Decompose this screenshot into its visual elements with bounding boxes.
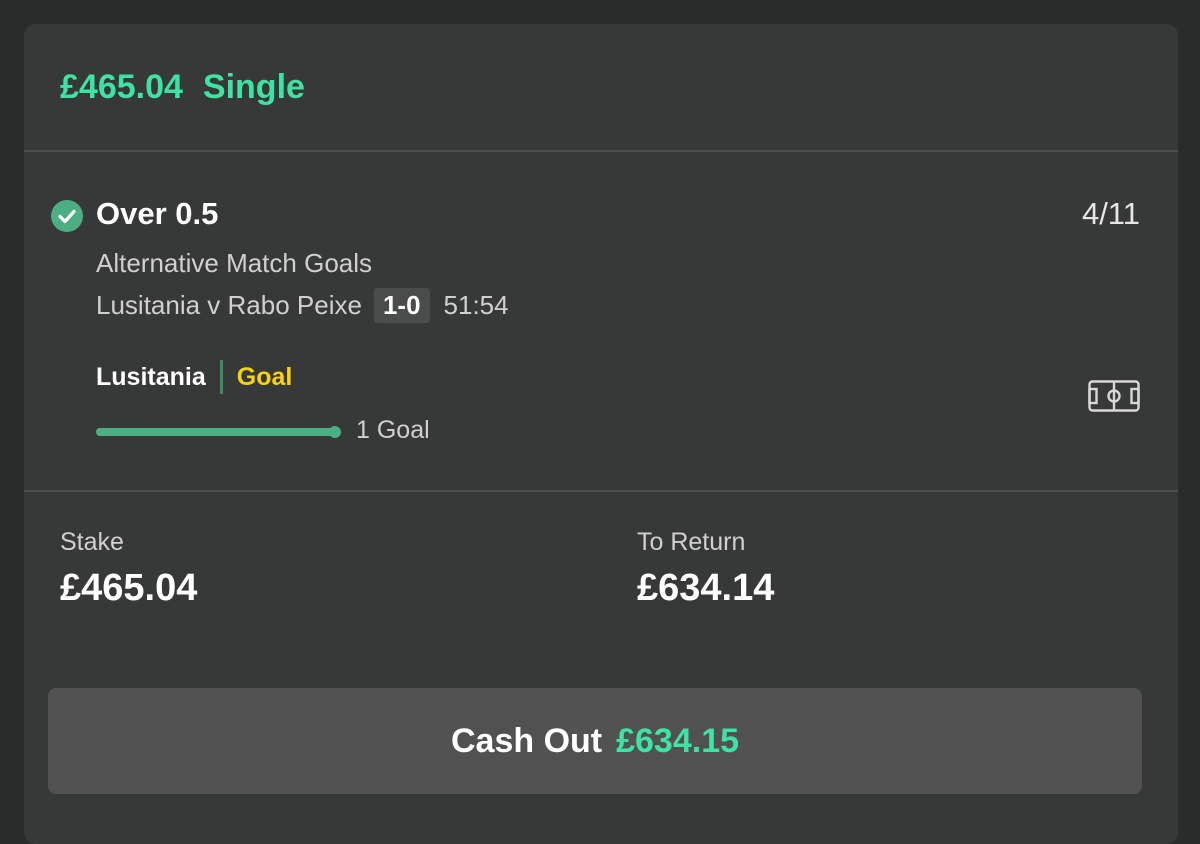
bet-type: Single (202, 67, 305, 106)
selection-odds: 4/11 (1081, 196, 1140, 231)
stake-section: Stake £465.04 (60, 528, 197, 610)
match-incident: Lusitania Goal (96, 360, 292, 394)
goal-progress-marker (329, 426, 341, 438)
match-clock: 51:54 (443, 290, 509, 320)
selection-name: Over 0.5 (96, 196, 219, 231)
bet-amount: £465.04 (60, 67, 183, 106)
cash-out-button[interactable]: Cash Out £634.15 (48, 688, 1142, 794)
stake-value: £465.04 (60, 567, 198, 609)
cash-out-label: Cash Out (450, 721, 603, 760)
event-name: Lusitania v Rabo Peixe (96, 290, 362, 320)
incident-divider (219, 360, 223, 394)
incident-type: Goal (236, 362, 293, 391)
goal-progress-fill (96, 426, 341, 438)
to-return-section: To Return £634.14 (637, 528, 774, 610)
stake-label: Stake (60, 528, 124, 556)
incident-team: Lusitania (96, 362, 206, 391)
market-name: Alternative Match Goals (96, 248, 373, 278)
cash-out-amount: £634.15 (616, 721, 740, 760)
score-badge: 1-0 (373, 288, 430, 323)
event-line[interactable]: Lusitania v Rabo Peixe 1-0 51:54 (96, 288, 509, 323)
to-return-value: £634.14 (637, 567, 775, 609)
to-return-label: To Return (637, 528, 746, 556)
goal-progress-label: 1 Goal (356, 416, 430, 444)
goal-progress-bar (96, 426, 341, 438)
pitch-icon[interactable] (1088, 380, 1140, 412)
check-circle-icon (51, 200, 83, 232)
bet-header[interactable]: £465.04 Single (24, 24, 1178, 152)
bet-card: £465.04 Single Over 0.5 4/11 Alternative… (24, 24, 1178, 844)
